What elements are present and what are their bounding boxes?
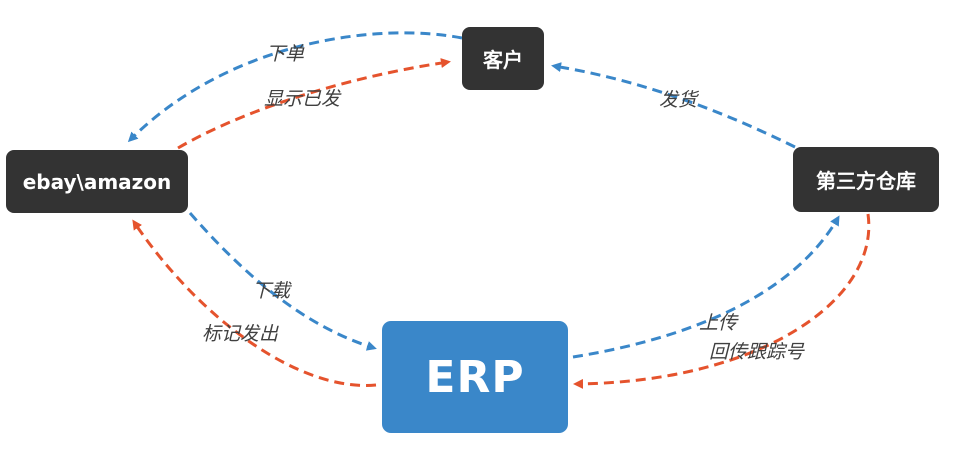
edge-label-order: 下单 xyxy=(266,43,305,65)
edge-label-mark-shipped: 标记发出 xyxy=(202,323,279,345)
node-customer: 客户 xyxy=(462,27,544,90)
node-ebay-amazon-label: ebay\amazon xyxy=(22,169,172,194)
edge-upload xyxy=(572,215,840,359)
edge-label-ship: 发货 xyxy=(659,89,698,111)
node-erp-label: ERP xyxy=(425,351,525,403)
edge-label-return-tracking: 回传跟踪号 xyxy=(709,341,805,363)
node-customer-label: 客户 xyxy=(483,48,523,72)
node-third-party-warehouse: 第三方仓库 xyxy=(793,147,939,212)
edge-label-upload: 上传 xyxy=(699,312,738,334)
edge-label-download: 下载 xyxy=(252,280,291,302)
node-ebay-amazon: ebay\amazon xyxy=(6,150,188,213)
edge-mark-shipped xyxy=(132,219,377,387)
node-erp: ERP xyxy=(382,321,568,433)
node-warehouse-label: 第三方仓库 xyxy=(816,169,916,193)
edge-label-shown-shipped: 显示已发 xyxy=(264,88,341,110)
